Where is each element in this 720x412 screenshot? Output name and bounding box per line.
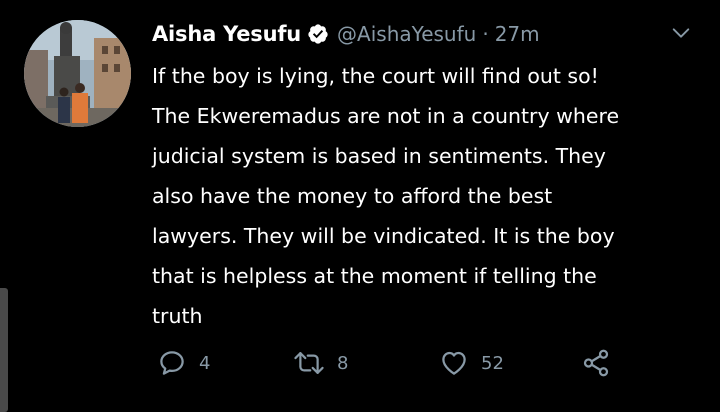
verified-badge-icon — [307, 23, 329, 45]
tweet-text: If the boy is lying, the court will find… — [152, 64, 620, 328]
chevron-down-icon[interactable] — [670, 22, 692, 44]
display-name[interactable]: Aisha Yesufu — [152, 22, 301, 46]
retweet-count: 8 — [337, 352, 349, 374]
like-button[interactable]: 52 — [439, 346, 504, 380]
tweet-actions: 4 8 52 — [157, 346, 627, 380]
tweet-timestamp[interactable]: 27m — [495, 22, 540, 46]
retweet-button[interactable]: 8 — [293, 346, 348, 380]
avatar-photo — [24, 20, 131, 127]
retweet-icon — [294, 352, 324, 374]
heart-icon — [442, 351, 466, 375]
reply-icon — [160, 351, 184, 375]
header-separator: · — [482, 22, 489, 46]
share-button[interactable] — [581, 346, 611, 380]
avatar[interactable] — [24, 20, 131, 127]
tweet-header: Aisha Yesufu @AishaYesufu · 27m — [152, 18, 700, 50]
like-count: 52 — [481, 352, 504, 374]
reply-count: 4 — [199, 352, 211, 374]
share-icon — [583, 349, 609, 377]
author-handle[interactable]: @AishaYesufu — [337, 22, 476, 46]
reply-button[interactable]: 4 — [157, 346, 210, 380]
scrollbar-edge — [0, 288, 8, 412]
